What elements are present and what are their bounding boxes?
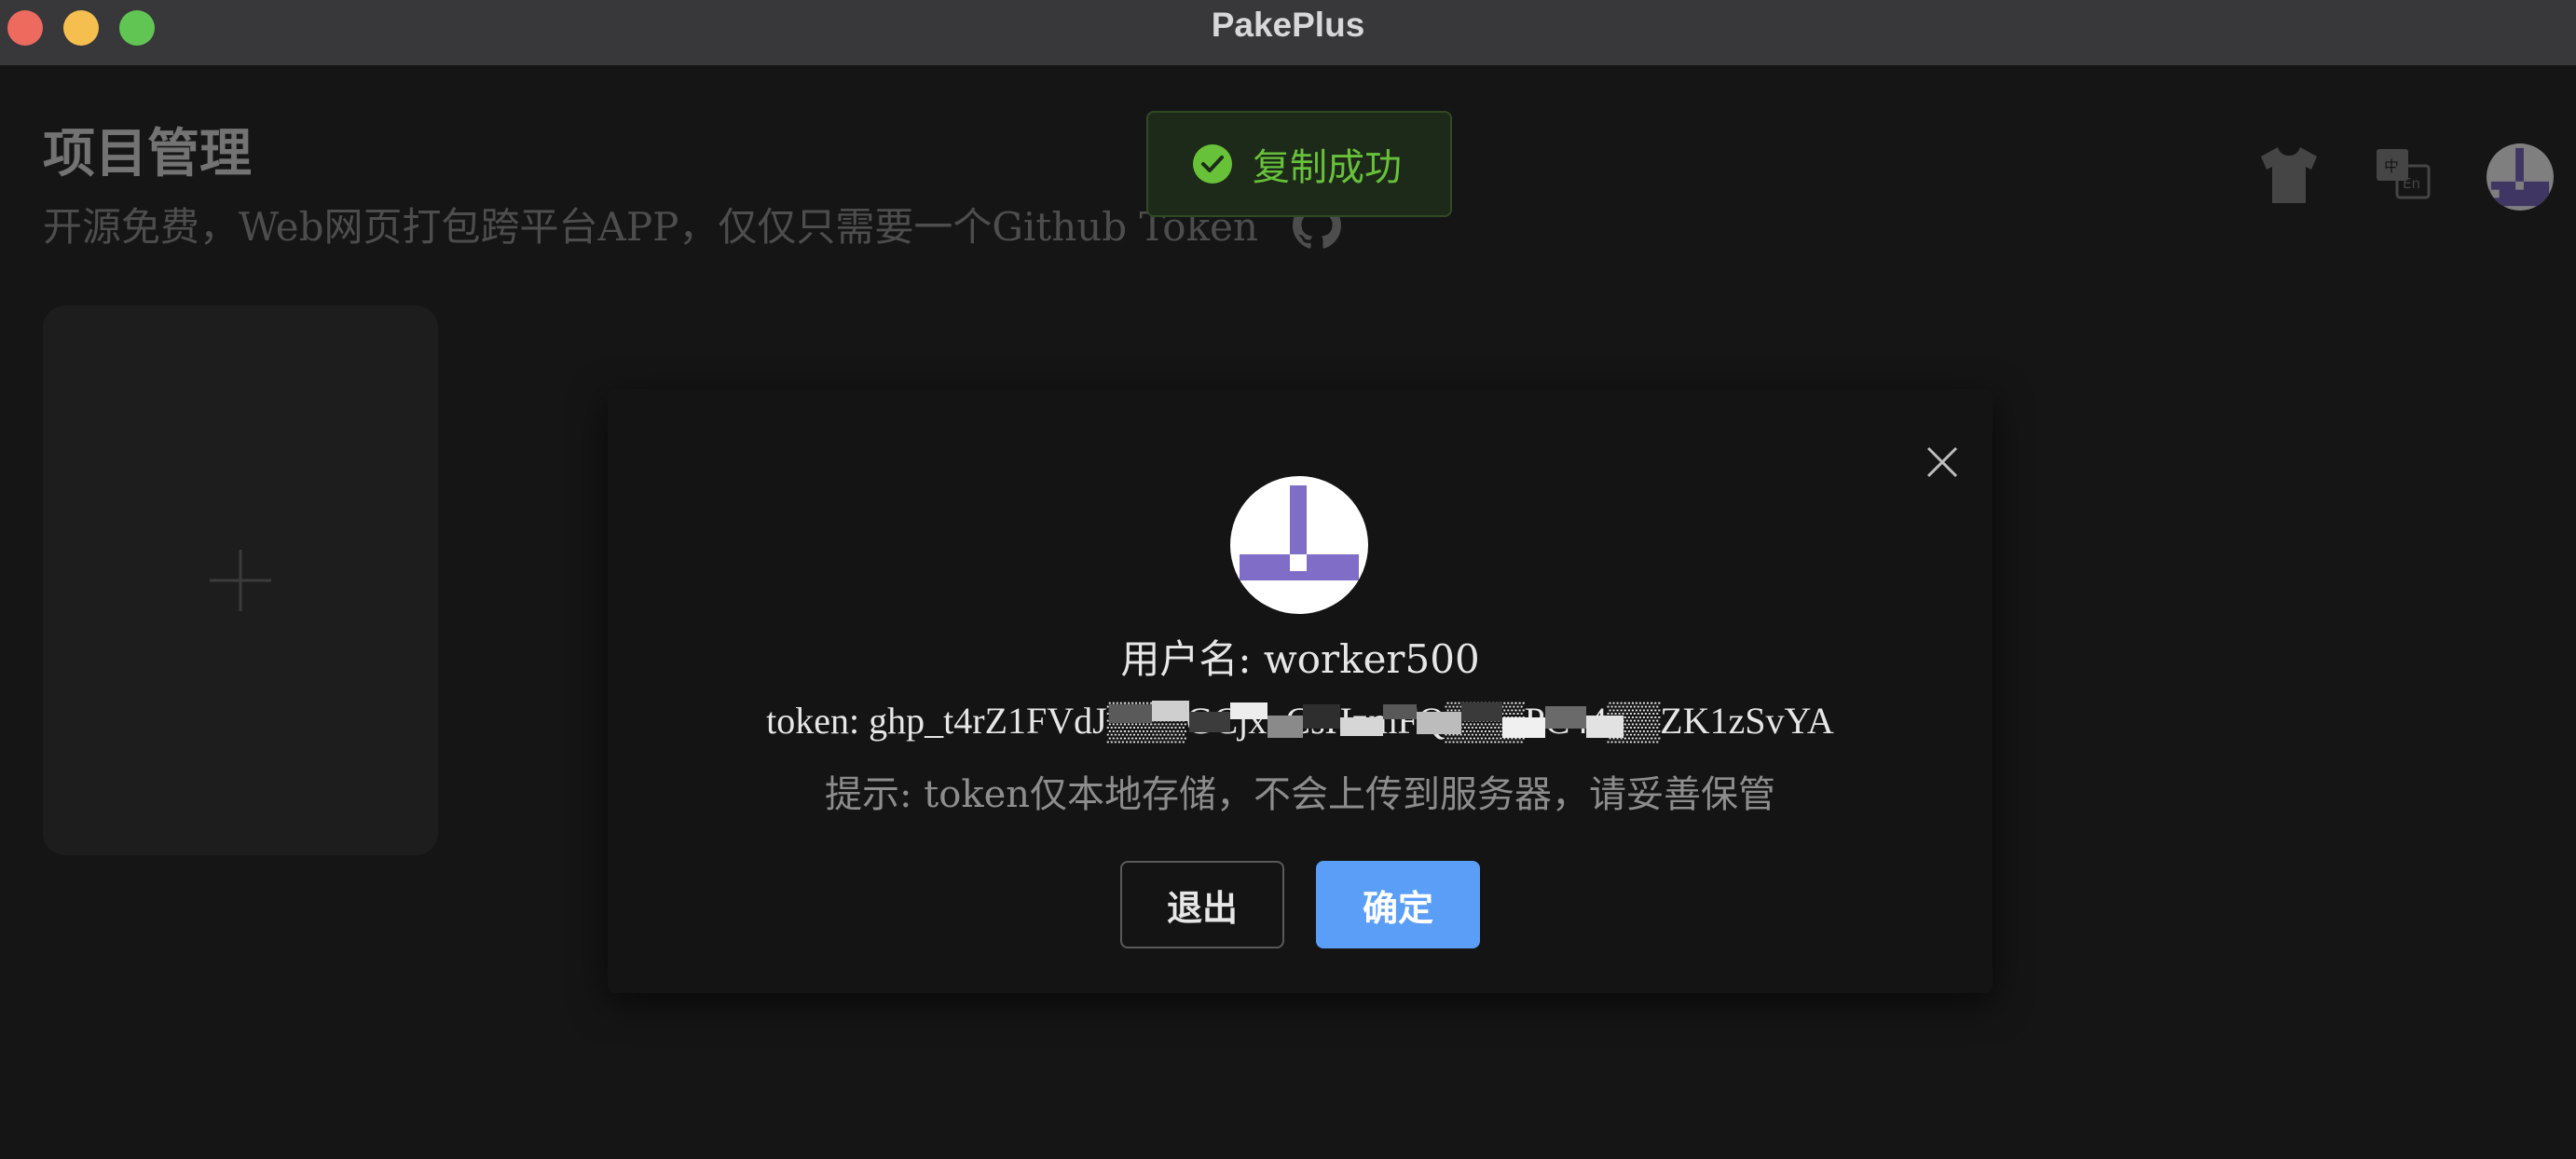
username-label: 用户名: worker500 bbox=[1120, 636, 1480, 682]
window-title: PakePlus bbox=[1211, 6, 1365, 44]
check-circle-icon bbox=[1193, 144, 1232, 184]
confirm-button[interactable]: 确定 bbox=[1316, 861, 1480, 948]
close-icon bbox=[1926, 446, 1958, 478]
token-redaction-mosaic bbox=[1081, 699, 1627, 745]
storage-hint: 提示: token仅本地存储，不会上传到服务器，请妥善保管 bbox=[824, 773, 1776, 816]
toast-message: 复制成功 bbox=[1253, 146, 1402, 189]
success-toast: 复制成功 bbox=[1146, 111, 1452, 217]
logout-button[interactable]: 退出 bbox=[1120, 861, 1284, 948]
close-dialog-button[interactable] bbox=[1909, 429, 1976, 496]
user-info-dialog: 用户名: worker500 token: ghp_t4rZ1FVdJ▒▒▒GC… bbox=[608, 389, 1993, 993]
identicon-icon bbox=[1240, 485, 1359, 605]
title-bar: PakePlus bbox=[0, 0, 2576, 66]
user-avatar bbox=[1230, 476, 1368, 614]
